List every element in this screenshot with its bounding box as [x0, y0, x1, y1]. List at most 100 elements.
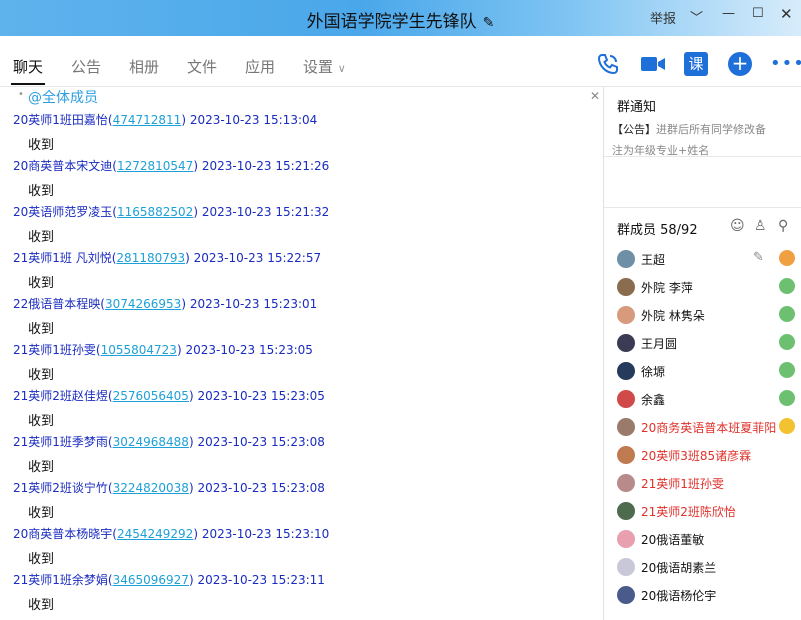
message-sender[interactable]: 22俄语普本程映(3074266953) 2023-10-23 15:23:01 — [13, 295, 317, 312]
member-item[interactable]: 徐塬 — [617, 361, 801, 383]
avatar[interactable] — [617, 418, 635, 436]
sender-name[interactable]: 22俄语普本程映 — [13, 297, 100, 311]
sender-qq[interactable]: 2576056405 — [113, 389, 189, 403]
chevron-down-icon[interactable]: ﹀ — [690, 7, 703, 26]
message-sender[interactable]: 21英师2班谈宁竹(3224820038) 2023-10-23 15:23:0… — [13, 479, 325, 496]
sender-qq[interactable]: 3074266953 — [105, 297, 181, 311]
message-text[interactable]: 收到 — [28, 318, 54, 337]
sender-name[interactable]: 21英师1班余梦娟 — [13, 573, 108, 587]
member-item[interactable]: 21英师1班孙雯 — [617, 473, 801, 495]
edit-title-icon[interactable]: ✎ — [483, 15, 495, 31]
add-icon[interactable]: + — [728, 52, 752, 76]
add-member-icon[interactable]: ♙ — [754, 218, 767, 234]
member-item[interactable]: 外院 李萍 — [617, 277, 801, 299]
member-item[interactable]: 王超 ✎ — [617, 249, 801, 271]
sender-name[interactable]: 21英师1班 凡刘悦 — [13, 251, 112, 265]
message-text[interactable]: 收到 — [28, 410, 54, 429]
message-time: 2023-10-23 15:23:01 — [189, 297, 318, 311]
avatar[interactable] — [617, 390, 635, 408]
sender-qq[interactable]: 281180793 — [116, 251, 185, 265]
tab-files[interactable]: 文件 — [187, 56, 217, 77]
message-text[interactable]: 收到 — [28, 226, 54, 245]
edit-card-icon[interactable]: ✎ — [753, 250, 764, 265]
sender-qq[interactable]: 1055804723 — [101, 343, 177, 357]
member-item[interactable]: 20俄语胡素兰 — [617, 557, 801, 579]
more-icon[interactable]: ••• — [770, 52, 801, 76]
maximize-icon[interactable]: ☐ — [752, 6, 764, 21]
member-item[interactable]: 20俄语杨伦宇 — [617, 585, 801, 607]
avatar[interactable] — [617, 446, 635, 464]
member-name: 20俄语杨伦宇 — [641, 589, 717, 603]
avatar[interactable] — [617, 250, 635, 268]
sender-qq[interactable]: 3224820038 — [113, 481, 189, 495]
notice-divider — [604, 156, 801, 157]
message-sender[interactable]: 20商英普本杨晓宇(2454249292) 2023-10-23 15:23:1… — [13, 525, 329, 542]
avatar[interactable] — [617, 530, 635, 548]
sender-name[interactable]: 21英师2班赵佳煜 — [13, 389, 108, 403]
chat-area[interactable]: ✕ • @全体成员 20英师1班田嘉怡(474712811) 2023-10-2… — [0, 87, 603, 620]
message-sender[interactable]: 21英师1班余梦娟(3465096927) 2023-10-23 15:23:1… — [13, 571, 325, 588]
avatar[interactable] — [617, 278, 635, 296]
member-item[interactable]: 20商务英语普本班夏菲阳 — [617, 417, 801, 439]
sender-qq[interactable]: 474712811 — [113, 113, 182, 127]
close-at-all-icon[interactable]: ✕ — [590, 89, 600, 103]
message-text[interactable]: 收到 — [28, 548, 54, 567]
message-text[interactable]: 收到 — [28, 180, 54, 199]
member-item[interactable]: 外院 林隽朵 — [617, 305, 801, 327]
sender-qq[interactable]: 3465096927 — [113, 573, 189, 587]
sender-qq[interactable]: 3024968488 — [113, 435, 189, 449]
message-text[interactable]: 收到 — [28, 134, 54, 153]
member-item[interactable]: 王月圆 — [617, 333, 801, 355]
sender-name[interactable]: 21英师1班孙雯 — [13, 343, 96, 357]
notice-body[interactable]: 【公告】进群后所有同学修改备 注为年级专业+姓名 — [612, 119, 801, 161]
sender-qq[interactable]: 2454249292 — [117, 527, 193, 541]
message-sender[interactable]: 20英语师范罗凌玉(1165882502) 2023-10-23 15:21:3… — [13, 203, 329, 220]
member-item[interactable]: 20英师3班85诸彦霖 — [617, 445, 801, 467]
message-text[interactable]: 收到 — [28, 456, 54, 475]
sender-qq[interactable]: 1272810547 — [117, 159, 193, 173]
avatar[interactable] — [617, 558, 635, 576]
message-sender[interactable]: 20商英普本宋文迪(1272810547) 2023-10-23 15:21:2… — [13, 157, 329, 174]
group-chat-icon[interactable]: ☺ — [730, 218, 745, 234]
tab-settings[interactable]: 设置 ∨ — [303, 56, 346, 77]
member-item[interactable]: 20俄语董敏 — [617, 529, 801, 551]
sender-name[interactable]: 21英师2班谈宁竹 — [13, 481, 108, 495]
avatar[interactable] — [617, 586, 635, 604]
close-icon[interactable]: ✕ — [780, 5, 793, 23]
tab-apps[interactable]: 应用 — [245, 56, 275, 77]
search-icon[interactable]: ⚲ — [778, 218, 788, 234]
member-item[interactable]: 余鑫 — [617, 389, 801, 411]
message-sender[interactable]: 21英师2班赵佳煜(2576056405) 2023-10-23 15:23:0… — [13, 387, 325, 404]
sender-name[interactable]: 20商英普本杨晓宇 — [13, 527, 112, 541]
avatar[interactable] — [617, 474, 635, 492]
message-sender[interactable]: 21英师1班季梦雨(3024968488) 2023-10-23 15:23:0… — [13, 433, 325, 450]
tab-announcement[interactable]: 公告 — [71, 56, 101, 77]
avatar[interactable] — [617, 334, 635, 352]
member-item[interactable]: 21英师2班陈欣怡 — [617, 501, 801, 523]
avatar[interactable] — [617, 502, 635, 520]
phone-icon[interactable] — [596, 52, 620, 76]
message-text[interactable]: 收到 — [28, 272, 54, 291]
sender-name[interactable]: 20英师1班田嘉怡 — [13, 113, 108, 127]
message-text[interactable]: 收到 — [28, 364, 54, 383]
video-icon[interactable] — [640, 52, 665, 76]
sender-name[interactable]: 20英语师范罗凌玉 — [13, 205, 112, 219]
sender-name[interactable]: 21英师1班季梦雨 — [13, 435, 108, 449]
at-all-mention[interactable]: @全体成员 — [28, 87, 98, 107]
tab-album[interactable]: 相册 — [129, 56, 159, 77]
message-text[interactable]: 收到 — [28, 502, 54, 521]
message-text[interactable]: 收到 — [28, 594, 54, 613]
sender-name[interactable]: 20商英普本宋文迪 — [13, 159, 112, 173]
avatar[interactable] — [617, 306, 635, 324]
right-panel: 群通知 【公告】进群后所有同学修改备 注为年级专业+姓名 群成员 58/92 ☺… — [604, 87, 801, 620]
message-sender[interactable]: 20英师1班田嘉怡(474712811) 2023-10-23 15:13:04 — [13, 111, 317, 128]
course-icon[interactable]: 课 — [684, 52, 708, 76]
avatar[interactable] — [617, 362, 635, 380]
tab-chat[interactable]: 聊天 — [10, 56, 46, 85]
minimize-icon[interactable]: — — [722, 6, 735, 21]
sender-qq[interactable]: 1165882502 — [117, 205, 193, 219]
member-role-icon — [779, 250, 795, 266]
report-button[interactable]: 举报 — [650, 8, 676, 27]
message-sender[interactable]: 21英师1班孙雯(1055804723) 2023-10-23 15:23:05 — [13, 341, 313, 358]
message-sender[interactable]: 21英师1班 凡刘悦(281180793) 2023-10-23 15:22:5… — [13, 249, 321, 266]
